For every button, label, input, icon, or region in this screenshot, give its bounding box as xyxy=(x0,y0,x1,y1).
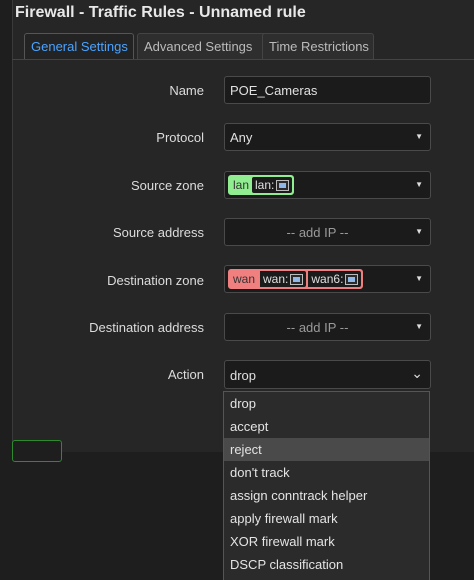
dialog-title: Firewall - Traffic Rules - Unnamed rule xyxy=(15,4,306,21)
tab-general-settings[interactable]: General Settings xyxy=(24,33,134,59)
caret-down-icon: ▼ xyxy=(415,274,423,283)
background-button[interactable] xyxy=(12,440,62,462)
tab-time-restrictions[interactable]: Time Restrictions xyxy=(262,33,374,59)
action-dropdown: drop accept reject don't track assign co… xyxy=(223,391,430,580)
zone-device: wan6: xyxy=(306,271,362,287)
tab-divider xyxy=(12,59,474,60)
name-label: Name xyxy=(169,83,204,98)
network-interface-icon xyxy=(345,273,359,285)
action-option-dscp[interactable]: DSCP classification xyxy=(224,553,429,576)
protocol-label: Protocol xyxy=(156,130,204,145)
destination-address-select[interactable]: -- add IP -- ▼ xyxy=(224,313,431,341)
caret-down-icon: ▼ xyxy=(415,322,423,331)
network-interface-icon xyxy=(290,273,304,285)
network-interface-icon xyxy=(276,179,290,191)
zone-badge-wan: wan wan: wan6: xyxy=(228,269,364,289)
zone-device-label: lan: xyxy=(255,178,275,192)
action-option-xor-mark[interactable]: XOR firewall mark xyxy=(224,530,429,553)
source-address-placeholder: -- add IP -- xyxy=(286,225,349,240)
action-option-firewall-mark[interactable]: apply firewall mark xyxy=(224,507,429,530)
source-zone-select[interactable]: lan lan: ▼ xyxy=(224,171,431,199)
destination-address-placeholder: -- add IP -- xyxy=(286,320,349,335)
source-address-label: Source address xyxy=(112,225,204,240)
zone-badge-lan: lan lan: xyxy=(228,175,295,195)
action-label: Action xyxy=(167,367,204,382)
protocol-value: Any xyxy=(230,130,253,145)
action-option-reject[interactable]: reject xyxy=(224,438,429,461)
source-address-select[interactable]: -- add IP -- ▼ xyxy=(224,218,431,246)
action-option-drop[interactable]: drop xyxy=(224,392,429,415)
caret-down-icon: ▼ xyxy=(415,227,423,236)
zone-name: wan xyxy=(233,272,256,286)
zone-device-label: wan: xyxy=(263,272,289,286)
name-value: POE_Cameras xyxy=(230,83,318,98)
zone-device: wan: xyxy=(258,271,307,287)
source-zone-label: Source zone xyxy=(131,178,204,193)
protocol-select[interactable]: Any ▼ xyxy=(224,123,431,151)
chevron-down-icon: ⌄ xyxy=(411,365,423,381)
zone-device-label: wan6: xyxy=(311,272,344,286)
action-value: drop xyxy=(230,368,257,383)
destination-zone-select[interactable]: wan wan: wan6: ▼ xyxy=(224,265,431,293)
destination-address-label: Destination address xyxy=(89,320,204,335)
name-input[interactable]: POE_Cameras xyxy=(224,76,431,104)
destination-zone-label: Destination zone xyxy=(107,273,204,288)
action-select[interactable]: drop ⌄ xyxy=(224,360,431,389)
caret-down-icon: ▼ xyxy=(415,132,423,141)
action-option-conntrack-helper[interactable]: assign conntrack helper xyxy=(224,484,429,507)
caret-down-icon: ▼ xyxy=(415,180,423,189)
action-option-accept[interactable]: accept xyxy=(224,415,429,438)
action-option-dont-track[interactable]: don't track xyxy=(224,461,429,484)
zone-name: lan xyxy=(233,178,250,192)
zone-device: lan: xyxy=(252,177,293,193)
